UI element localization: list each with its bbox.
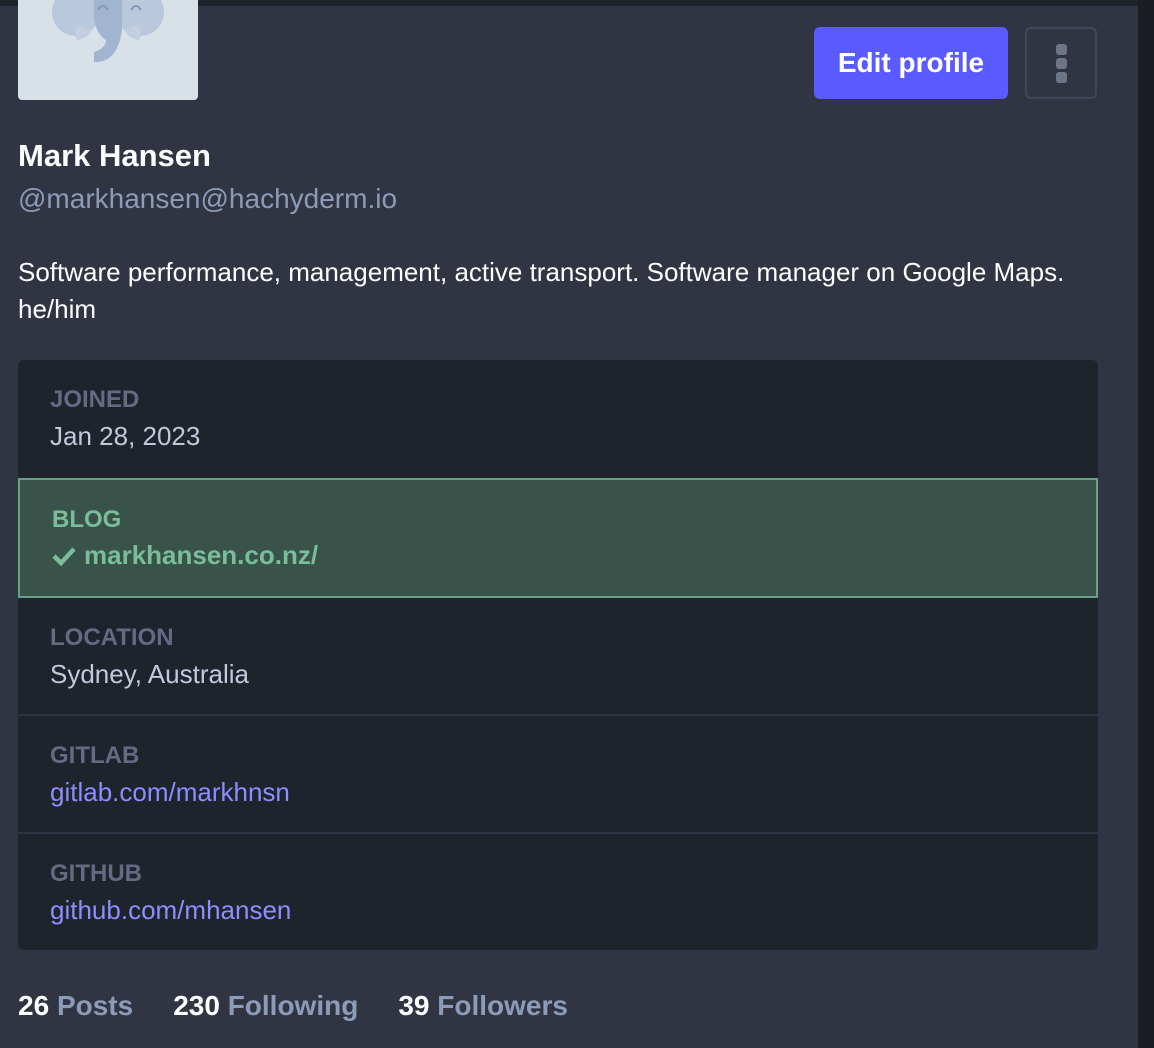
stat-posts[interactable]: 26 Posts: [18, 990, 133, 1022]
blog-link[interactable]: markhansen.co.nz/: [84, 540, 318, 571]
more-options-button[interactable]: [1025, 27, 1097, 99]
field-value: Jan 28, 2023: [50, 421, 201, 451]
followers-count: 39: [398, 990, 430, 1021]
display-name: Mark Hansen: [18, 138, 211, 173]
following-label: Following: [227, 990, 359, 1021]
field-label: GITLAB: [50, 742, 140, 769]
profile-fields: JOINED Jan 28, 2023 BLOG markhansen.co.n…: [18, 360, 1098, 950]
github-link[interactable]: github.com/mhansen: [50, 895, 291, 926]
posts-label: Posts: [56, 990, 134, 1021]
account-handle: @markhansen@hachyderm.io: [18, 183, 398, 214]
vertical-ellipsis-icon-dot: [1055, 71, 1067, 83]
profile-stats: 26 Posts 230 Following 39 Followers: [18, 990, 568, 1022]
vertical-ellipsis-icon-dot: [1055, 57, 1067, 69]
field-gitlab: GITLAB gitlab.com/markhnsn: [18, 716, 1098, 832]
field-label: GITHUB: [50, 860, 142, 887]
verified-check-icon: [52, 546, 76, 566]
following-count: 230: [173, 990, 220, 1021]
field-label: BLOG: [52, 506, 122, 533]
field-label: JOINED: [50, 386, 140, 413]
field-value-link[interactable]: markhansen.co.nz/: [52, 540, 318, 571]
field-label: LOCATION: [50, 624, 174, 651]
field-blog: BLOG markhansen.co.nz/: [18, 478, 1098, 598]
posts-count: 26: [18, 990, 50, 1021]
profile-bio: Software performance, management, active…: [18, 257, 1065, 324]
stat-followers[interactable]: 39 Followers: [398, 990, 568, 1022]
stat-following[interactable]: 230 Following: [173, 990, 358, 1022]
followers-label: Followers: [437, 990, 568, 1021]
gitlab-link[interactable]: gitlab.com/markhnsn: [50, 777, 290, 808]
avatar[interactable]: [18, 0, 198, 100]
elephant-avatar-icon: [52, 0, 164, 62]
vertical-ellipsis-icon: [1055, 43, 1067, 55]
field-value: Sydney, Australia: [50, 659, 249, 689]
field-joined: JOINED Jan 28, 2023: [18, 360, 1098, 476]
field-location: LOCATION Sydney, Australia: [18, 598, 1098, 714]
field-github: GITHUB github.com/mhansen: [18, 834, 1098, 950]
scrollbar[interactable]: [1138, 0, 1154, 1048]
edit-profile-button[interactable]: Edit profile: [814, 27, 1008, 99]
